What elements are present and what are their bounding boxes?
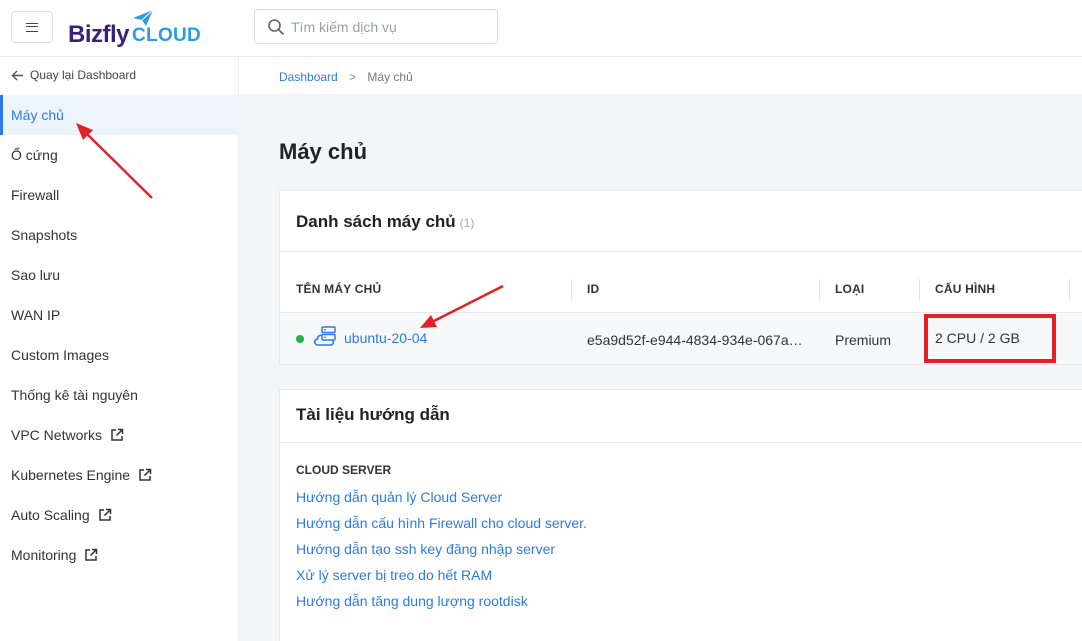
doc-link-ssh-key[interactable]: Hướng dẫn tạo ssh key đăng nhập server (296, 541, 555, 557)
divider (280, 442, 1082, 443)
breadcrumb-separator: > (349, 70, 357, 84)
sidebar-item-snapshots[interactable]: Snapshots (0, 215, 239, 255)
external-link-icon (111, 428, 124, 441)
sidebar-item-label: Firewall (11, 187, 60, 203)
paper-plane-icon (133, 9, 154, 26)
page-title: Máy chủ (279, 139, 368, 164)
annotation-highlight-box (924, 314, 1056, 363)
server-count: (1) (459, 216, 475, 230)
column-header-id[interactable]: ID (587, 282, 599, 296)
breadcrumb: Dashboard > Máy chủ (279, 70, 413, 84)
service-search[interactable] (254, 9, 498, 44)
external-link-icon (139, 468, 152, 481)
search-icon (268, 19, 284, 35)
top-header: Bizfly CLOUD (0, 0, 1082, 57)
column-separator (1069, 279, 1070, 301)
docs-title: Tài liệu hướng dẫn (296, 405, 450, 424)
column-separator (571, 279, 572, 301)
column-header-type[interactable]: LOẠI (835, 282, 864, 296)
sidebar-item-resource-stats[interactable]: Thống kê tài nguyên (0, 375, 239, 415)
divider (280, 251, 1082, 252)
column-separator (919, 279, 920, 301)
sidebar-item-label: Snapshots (11, 227, 78, 243)
back-label: Quay lại Dashboard (30, 68, 137, 82)
external-link-icon (85, 548, 98, 561)
sidebar-item-kubernetes-engine[interactable]: Kubernetes Engine (0, 455, 239, 495)
hamburger-icon (26, 22, 38, 32)
breadcrumb-dashboard-link[interactable]: Dashboard (279, 70, 338, 84)
column-header-name[interactable]: TÊN MÁY CHỦ (296, 282, 381, 296)
logo-main-text: Bizfly (68, 21, 130, 48)
server-list-title-text: Danh sách máy chủ (296, 212, 456, 231)
table-row[interactable]: ubuntu-20-04 e5a9d52f-e944-4834-934e-067… (280, 312, 1082, 364)
sidebar-item-label: WAN IP (11, 307, 61, 323)
server-list-title: Danh sách máy chủ (1) (296, 212, 474, 232)
search-input[interactable] (291, 15, 491, 39)
breadcrumb-bar: Dashboard > Máy chủ (239, 57, 1082, 95)
sidebar-item-label: Máy chủ (11, 107, 64, 123)
docs-section-heading: CLOUD SERVER (296, 463, 392, 477)
sidebar-item-label: Kubernetes Engine (11, 467, 131, 483)
sidebar-item-firewall[interactable]: Firewall (0, 175, 239, 215)
sidebar-item-label: Monitoring (11, 547, 77, 563)
sidebar-item-volumes[interactable]: Ổ cứng (0, 135, 239, 175)
back-to-dashboard-link[interactable]: Quay lại Dashboard (11, 68, 136, 82)
sidebar-item-vpc-networks[interactable]: VPC Networks (0, 415, 239, 455)
status-running-indicator (296, 335, 304, 343)
server-type: Premium (835, 332, 892, 348)
arrow-left-icon (11, 70, 23, 80)
breadcrumb-current: Máy chủ (367, 70, 413, 84)
sidebar-item-auto-scaling[interactable]: Auto Scaling (0, 495, 239, 535)
server-list-card: Danh sách máy chủ (1) TÊN MÁY CHỦ ID LOẠI… (279, 190, 1082, 365)
sidebar-item-label: VPC Networks (11, 427, 103, 443)
sidebar-item-label: Ổ cứng (11, 147, 58, 163)
sidebar: Quay lại Dashboard Máy chủ Ổ cứng Firewa… (0, 57, 239, 641)
column-header-spec[interactable]: CẤU HÌNH (935, 282, 995, 296)
logo-sub-text: CLOUD (132, 25, 202, 46)
doc-link-ram-hang[interactable]: Xử lý server bị treo do hết RAM (296, 567, 492, 583)
doc-link-manage-cloud-server[interactable]: Hướng dẫn quản lý Cloud Server (296, 489, 502, 505)
doc-link-firewall-config[interactable]: Hướng dẫn cấu hình Firewall cho cloud se… (296, 515, 587, 531)
server-id: e5a9d52f-e944-4834-934e-067a… (587, 332, 803, 348)
sidebar-item-wan-ip[interactable]: WAN IP (0, 295, 239, 335)
sidebar-item-monitoring[interactable]: Monitoring (0, 535, 239, 575)
cloud-server-icon (313, 326, 336, 346)
docs-card: Tài liệu hướng dẫn CLOUD SERVER Hướng dẫ… (279, 389, 1082, 641)
menu-toggle-button[interactable] (11, 11, 53, 43)
sidebar-item-label: Sao lưu (11, 267, 61, 283)
column-separator (819, 279, 820, 301)
sidebar-item-label: Custom Images (11, 347, 110, 363)
server-name-link[interactable]: ubuntu-20-04 (344, 330, 427, 346)
doc-link-rootdisk[interactable]: Hướng dẫn tăng dung lượng rootdisk (296, 593, 528, 609)
sidebar-item-servers[interactable]: Máy chủ (0, 95, 239, 135)
sidebar-item-backup[interactable]: Sao lưu (0, 255, 239, 295)
bizfly-logo[interactable]: Bizfly CLOUD (68, 9, 201, 49)
external-link-icon (98, 508, 111, 521)
sidebar-item-label: Auto Scaling (11, 507, 90, 523)
sidebar-item-label: Thống kê tài nguyên (11, 387, 138, 403)
sidebar-item-custom-images[interactable]: Custom Images (0, 335, 239, 375)
